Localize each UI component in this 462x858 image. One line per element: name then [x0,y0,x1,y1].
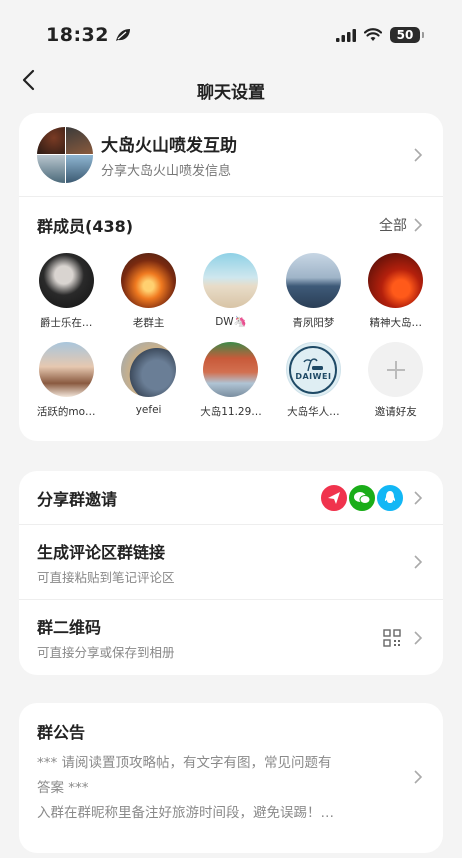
time-text: 18:32 [46,24,109,46]
members-title: 群成员(438) [37,217,134,236]
avatar [203,342,259,397]
member-name: 爵士乐在… [39,317,93,329]
member-item[interactable]: DW🦄 [190,253,272,330]
actions-card: 分享群邀请 生成评论区群链接 可直接粘贴到笔记评论区 群二维码 可直接分享或保存… [19,471,443,675]
member-item[interactable]: 精神大岛… [355,253,437,330]
invite-label: 邀请好友 [374,406,417,418]
avatar [121,253,177,308]
plus-icon [386,360,405,379]
avatar [203,253,259,308]
status-time: 18:32 [46,24,131,46]
announcement-line-3: 入群在群昵称里备注好旅游时间段，避免误踢！… [37,805,334,821]
chevron-right-icon [414,555,423,569]
member-item[interactable]: 爵士乐在… [25,253,107,330]
battery-icon: 50 [390,27,424,43]
member-item[interactable]: DAIWEI 大岛华人… [272,342,354,419]
qq-icon[interactable] [375,482,405,513]
chevron-right-icon [414,630,423,645]
back-icon[interactable] [18,68,42,92]
share-icons [319,482,405,513]
chevron-right-icon [414,218,423,232]
announcement-title: 群公告 [37,723,86,742]
page-title: 聊天设置 [197,82,265,103]
avatar [38,253,94,308]
invite-friends-button[interactable]: 邀请好友 [355,342,437,419]
chevron-right-icon [414,147,423,162]
member-grid: 爵士乐在… 老群主 DW🦄 青夙阳梦 精神大岛… 活跃的mo… yefei 大岛… [19,253,443,419]
member-item[interactable]: 活跃的mo… [25,342,107,419]
avatar: DAIWEI [285,342,341,397]
palm-tree-icon [303,358,324,372]
daiwei-logo-text: DAIWEI [295,372,332,381]
qr-code-row[interactable]: 群二维码 可直接分享或保存到相册 [19,600,443,675]
member-name: 大岛11.29… [200,406,262,418]
wechat-icon[interactable] [347,482,377,513]
avatar [368,253,424,308]
member-item[interactable]: yefei [107,342,189,419]
member-name: 老群主 [132,317,165,329]
announcement-card[interactable]: 群公告 *** 请阅读置顶攻略帖，有文字有图，常见问题有 答案 *** 入群在群… [19,703,443,853]
announcement-line-1: *** 请阅读置顶攻略帖，有文字有图，常见问题有 [37,755,332,771]
member-name: 活跃的mo… [36,406,96,418]
chevron-right-icon [414,769,423,784]
plus-avatar [368,342,424,397]
member-name: 大岛华人… [287,406,340,418]
avatar [285,253,341,308]
nav-bar: 聊天设置 [0,69,462,128]
status-bar: 18:32 50 [0,0,462,72]
member-item[interactable]: 老群主 [107,253,189,330]
avatar [38,342,94,397]
comment-link-title: 生成评论区群链接 [37,542,166,562]
comment-link-row[interactable]: 生成评论区群链接 可直接粘贴到笔记评论区 [19,525,443,600]
status-icons: 50 [336,27,424,43]
group-card: 大岛火山喷发互助 分享大岛火山喷发信息 群成员(438) 全部 爵士乐在… 老群… [19,113,443,441]
wifi-icon [364,28,382,41]
share-invite-label: 分享群邀请 [37,489,118,509]
leaf-icon [115,29,130,41]
members-header: 群成员(438) 全部 [19,197,443,253]
qr-code-subtitle: 可直接分享或保存到相册 [37,645,175,660]
signal-icon [336,28,356,42]
member-item[interactable]: 大岛11.29… [190,342,272,419]
group-name: 大岛火山喷发互助 [101,135,237,156]
announcement-text: *** 请阅读置顶攻略帖，有文字有图，常见问题有 答案 *** 入群在群昵称里备… [37,751,411,826]
avatar [121,342,177,397]
battery-level: 50 [396,28,414,42]
member-name: 青夙阳梦 [292,317,335,329]
chevron-right-icon [414,490,423,505]
send-icon[interactable] [319,482,349,513]
qr-code-title: 群二维码 [37,618,102,637]
member-name: DW🦄 [215,316,247,328]
group-avatar [37,126,93,183]
all-members-link[interactable]: 全部 [379,215,407,235]
group-subtitle: 分享大岛火山喷发信息 [101,163,232,179]
member-item[interactable]: 青夙阳梦 [272,253,354,330]
share-invite-row[interactable]: 分享群邀请 [19,471,443,525]
announcement-line-2: 答案 *** [37,780,89,796]
comment-link-subtitle: 可直接粘贴到笔记评论区 [37,569,175,585]
member-name: 精神大岛… [369,317,423,329]
qr-code-icon [383,628,401,647]
member-name: yefei [135,404,162,416]
